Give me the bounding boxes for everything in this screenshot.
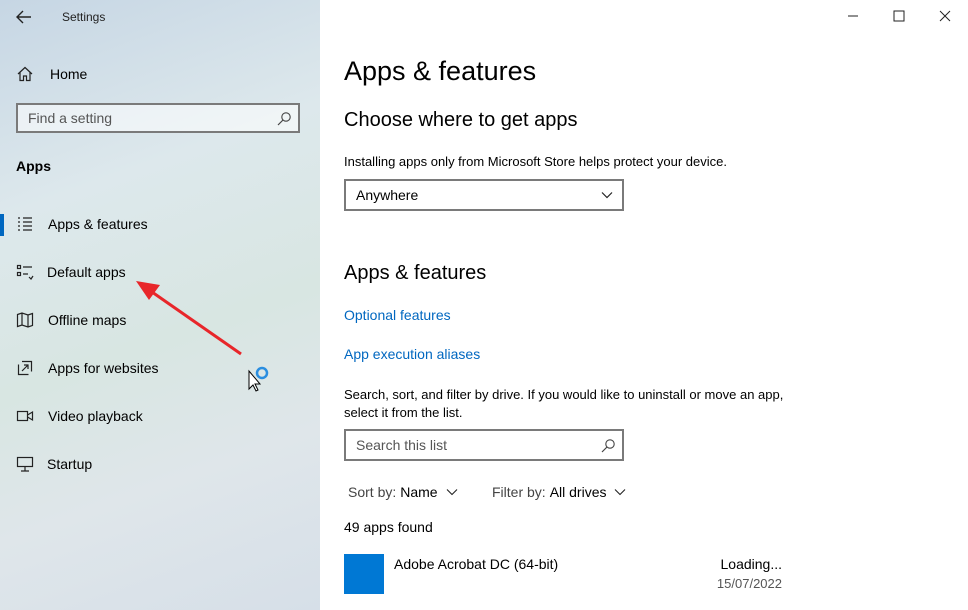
sort-value: Name: [400, 484, 438, 500]
sidebar-item-label: Offline maps: [48, 312, 127, 328]
choose-description: Installing apps only from Microsoft Stor…: [344, 154, 727, 169]
search-icon[interactable]: [600, 438, 616, 454]
app-size: Loading...: [720, 556, 783, 572]
app-source-dropdown[interactable]: Anywhere: [344, 179, 624, 211]
sidebar-item-default-apps[interactable]: Default apps: [0, 252, 320, 292]
sidebar-item-label: Default apps: [47, 264, 126, 280]
close-icon: [939, 10, 951, 22]
search-list-input[interactable]: [346, 431, 596, 459]
dropdown-value: Anywhere: [356, 187, 419, 203]
home-label: Home: [50, 66, 88, 82]
sidebar-item-offline-maps[interactable]: Offline maps: [0, 300, 320, 340]
home-icon: [17, 66, 33, 82]
find-setting-box[interactable]: [16, 103, 300, 133]
sidebar-item-label: Apps for websites: [48, 360, 159, 376]
sidebar: Settings Home Apps Apps & features Defa: [0, 0, 320, 610]
app-list-item[interactable]: Adobe Acrobat DC (64-bit) Loading... 15/…: [344, 552, 784, 596]
sidebar-item-label: Apps & features: [48, 216, 148, 232]
app-install-date: 15/07/2022: [716, 576, 782, 591]
sort-by-dropdown[interactable]: Sort by: Name: [348, 484, 458, 500]
sidebar-item-apps-features[interactable]: Apps & features: [0, 204, 320, 244]
minimize-icon: [848, 15, 858, 17]
chevron-down-icon: [615, 489, 626, 496]
chevron-down-icon: [446, 489, 457, 496]
filter-label: Filter by:: [492, 484, 546, 500]
sidebar-item-video-playback[interactable]: Video playback: [0, 396, 320, 436]
map-icon: [16, 312, 34, 328]
filter-value: All drives: [549, 484, 607, 500]
back-button[interactable]: [14, 6, 38, 28]
sidebar-section-label: Apps: [16, 158, 51, 174]
sidebar-item-apps-for-websites[interactable]: Apps for websites: [0, 348, 320, 388]
window-title: Settings: [62, 10, 106, 24]
apps-features-heading: Apps & features: [344, 262, 487, 284]
sort-label: Sort by:: [348, 484, 397, 500]
video-icon: [16, 410, 34, 422]
minimize-button[interactable]: [830, 0, 876, 32]
chevron-down-icon: [601, 192, 613, 199]
search-icon[interactable]: [276, 111, 292, 127]
app-name: Adobe Acrobat DC (64-bit): [394, 556, 559, 572]
page-title: Apps & features: [344, 56, 537, 86]
close-button[interactable]: [922, 0, 968, 32]
maximize-button[interactable]: [876, 0, 922, 32]
app-execution-aliases-link[interactable]: App execution aliases: [344, 346, 480, 362]
sidebar-item-label: Video playback: [48, 408, 143, 424]
sidebar-item-label: Startup: [47, 456, 93, 472]
default-apps-icon: [16, 264, 34, 280]
find-setting-input[interactable]: [18, 105, 268, 131]
choose-heading: Choose where to get apps: [344, 109, 578, 131]
open-in-icon: [17, 360, 33, 376]
filter-by-dropdown[interactable]: Filter by: All drives: [492, 484, 626, 500]
search-description: Search, sort, and filter by drive. If yo…: [344, 387, 784, 420]
sidebar-home[interactable]: Home: [16, 62, 87, 86]
maximize-icon: [893, 10, 905, 22]
main-content: Apps & features Choose where to get apps…: [320, 0, 968, 610]
startup-icon: [16, 456, 34, 472]
back-arrow-icon: [16, 10, 31, 24]
sidebar-item-startup[interactable]: Startup: [0, 444, 320, 484]
apps-features-icon: [18, 217, 32, 231]
apps-found-count: 49 apps found: [344, 519, 433, 535]
search-list-box[interactable]: [344, 429, 624, 461]
app-tile-icon: [344, 554, 384, 594]
optional-features-link[interactable]: Optional features: [344, 307, 451, 323]
